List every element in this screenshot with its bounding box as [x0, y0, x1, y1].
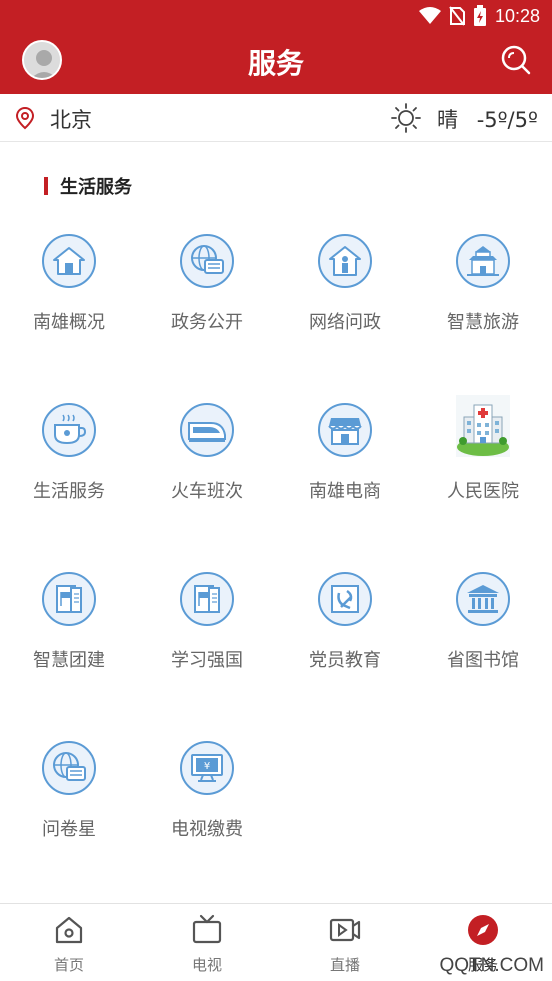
location-city[interactable]: 北京	[50, 104, 92, 134]
service-questionnaire-star[interactable]: 问卷星	[0, 733, 138, 903]
library-icon	[456, 572, 510, 626]
weather-temperature: -5º/5º	[476, 108, 538, 132]
service-smart-tourism[interactable]: 智慧旅游	[414, 226, 552, 396]
service-peoples-hospital[interactable]: 人民医院	[414, 395, 552, 565]
video-icon	[329, 918, 361, 942]
location-weather-bar: 北京 晴 -5º/5º	[0, 94, 552, 142]
globe-chat-icon	[180, 234, 234, 288]
battery-charging-icon	[473, 5, 486, 26]
tv-icon	[192, 914, 222, 944]
service-label: 生活服务	[33, 481, 105, 502]
sun-icon	[391, 103, 421, 133]
tab-live[interactable]: 直播	[276, 904, 414, 981]
service-life-services[interactable]: 生活服务	[0, 395, 138, 565]
service-label: 问卷星	[42, 819, 96, 840]
hospital-icon	[456, 395, 510, 457]
tab-label: 电视	[191, 956, 222, 974]
party-emblem-icon	[318, 572, 372, 626]
house-icon	[42, 234, 96, 288]
service-smart-league[interactable]: 智慧团建	[0, 564, 138, 734]
service-tv-payment[interactable]: ¥ 电视缴费	[138, 733, 276, 903]
tab-label: 首页	[53, 956, 84, 974]
service-nanxiong-ecommerce[interactable]: 南雄电商	[276, 395, 414, 565]
weather-text: 晴 -5º/5º	[437, 104, 538, 134]
service-label: 学习强国	[171, 650, 243, 671]
compass-icon	[468, 915, 498, 945]
service-label: 智慧团建	[33, 650, 105, 671]
home-icon	[55, 916, 83, 944]
search-icon[interactable]	[500, 44, 532, 76]
watermark-text: QQTN.COM	[439, 955, 545, 976]
app-header: 10:28 服务	[0, 0, 552, 94]
service-label: 省图书馆	[447, 650, 519, 671]
service-government-affairs[interactable]: 政务公开	[138, 226, 276, 396]
service-study-strong-nation[interactable]: 学习强国	[138, 564, 276, 734]
service-label: 政务公开	[171, 312, 243, 333]
status-bar: 10:28	[0, 0, 552, 32]
page-title: 服务	[247, 47, 304, 80]
service-label: 智慧旅游	[447, 312, 519, 333]
service-label: 南雄概况	[33, 312, 105, 333]
tab-label: 直播	[329, 956, 360, 974]
service-train-schedule[interactable]: 火车班次	[138, 395, 276, 565]
service-party-education[interactable]: 党员教育	[276, 564, 414, 734]
train-icon	[180, 403, 234, 457]
service-label: 南雄电商	[309, 481, 381, 502]
service-label: 火车班次	[171, 481, 243, 502]
teacup-icon	[42, 403, 96, 457]
store-icon	[318, 403, 372, 457]
svg-text:¥: ¥	[204, 761, 210, 772]
tab-tv[interactable]: 电视	[138, 904, 276, 981]
weather-condition: 晴	[437, 108, 458, 132]
flag-book-icon	[180, 572, 234, 626]
section-title: 生活服务	[60, 177, 132, 198]
service-label: 网络问政	[309, 312, 381, 333]
service-label: 人民医院	[447, 481, 519, 502]
service-label: 电视缴费	[171, 819, 243, 840]
service-online-inquiry[interactable]: 网络问政	[276, 226, 414, 396]
flag-book-icon	[42, 572, 96, 626]
globe-chat-icon	[42, 741, 96, 795]
section-header: 生活服务	[44, 175, 132, 198]
tab-home[interactable]: 首页	[0, 904, 138, 981]
service-provincial-library[interactable]: 省图书馆	[414, 564, 552, 734]
service-label: 党员教育	[309, 650, 381, 671]
temple-icon	[456, 234, 510, 288]
service-nanxiong-overview[interactable]: 南雄概况	[0, 226, 138, 396]
wifi-icon	[418, 7, 441, 24]
section-accent-bar	[44, 177, 48, 195]
location-pin-icon[interactable]	[14, 106, 36, 130]
status-time: 10:28	[494, 5, 540, 26]
tv-payment-icon: ¥	[180, 741, 234, 795]
no-sim-icon	[449, 6, 465, 26]
house-person-icon	[318, 234, 372, 288]
